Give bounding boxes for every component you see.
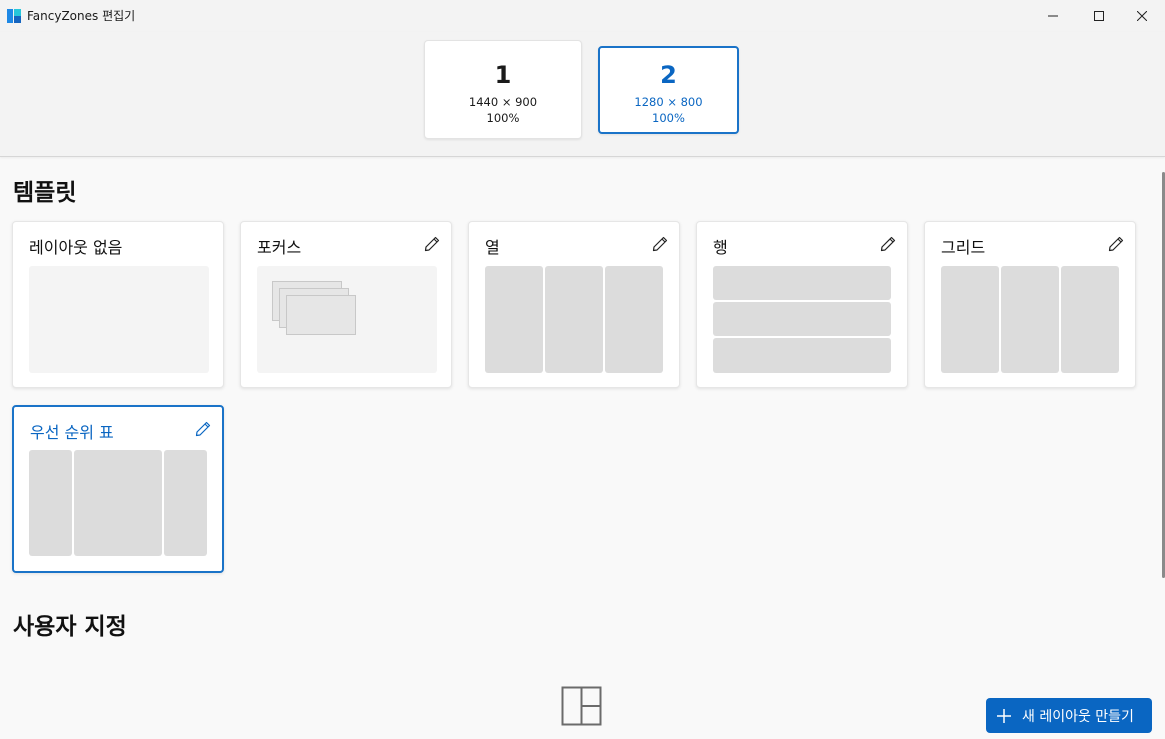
layout-preview-focus — [257, 266, 437, 373]
close-button[interactable] — [1119, 0, 1165, 32]
template-card-priority-grid[interactable]: 우선 순위 표 — [12, 405, 224, 573]
window-title: FancyZones 편집기 — [27, 9, 136, 23]
edit-pencil-icon[interactable] — [194, 420, 212, 438]
template-title: 레이아웃 없음 — [29, 238, 123, 257]
minimize-icon — [1048, 15, 1058, 17]
monitor-2[interactable]: 2 1280 × 800 100% — [598, 46, 739, 134]
monitor-resolution: 1440 × 900 — [468, 95, 538, 109]
minimize-button[interactable] — [1030, 0, 1076, 32]
zone — [1061, 266, 1119, 373]
monitor-resolution: 1280 × 800 — [634, 95, 703, 109]
template-card-rows[interactable]: 행 — [696, 221, 908, 388]
maximize-icon — [1094, 11, 1104, 21]
template-card-grid[interactable]: 그리드 — [924, 221, 1136, 388]
zone — [286, 295, 356, 335]
zone — [605, 266, 663, 373]
layout-preview-priority-grid — [29, 450, 209, 557]
template-title: 우선 순위 표 — [30, 423, 114, 442]
zone — [164, 450, 207, 556]
zone — [713, 302, 891, 336]
edit-pencil-icon[interactable] — [651, 235, 669, 253]
template-title: 행 — [713, 238, 728, 257]
edit-pencil-icon[interactable] — [879, 235, 897, 253]
templates-heading: 템플릿 — [13, 180, 77, 206]
new-layout-button[interactable]: 새 레이아웃 만들기 — [986, 698, 1152, 733]
title-bar: FancyZones 편집기 — [0, 0, 1165, 32]
template-title: 열 — [485, 238, 500, 257]
template-card-columns[interactable]: 열 — [468, 221, 680, 388]
new-layout-label: 새 레이아웃 만들기 — [1022, 708, 1134, 725]
edit-pencil-icon[interactable] — [1107, 235, 1125, 253]
zone — [713, 266, 891, 300]
template-title: 그리드 — [941, 238, 986, 257]
fancyzones-app-icon — [7, 9, 21, 23]
zone — [941, 266, 999, 373]
custom-heading: 사용자 지정 — [13, 614, 127, 640]
template-card-focus[interactable]: 포커스 — [240, 221, 452, 388]
template-card-no-layout[interactable]: 레이아웃 없음 — [12, 221, 224, 388]
monitor-number: 1 — [494, 61, 512, 89]
zone — [74, 450, 162, 556]
zone — [485, 266, 543, 373]
template-title: 포커스 — [257, 238, 302, 257]
maximize-button[interactable] — [1076, 0, 1122, 32]
monitor-scale: 100% — [486, 111, 520, 125]
monitor-strip: 1 1440 × 900 100% 2 1280 × 800 100% — [0, 32, 1165, 157]
layout-preview-rows — [713, 266, 893, 373]
layout-preview-grid — [941, 266, 1121, 373]
layout-placeholder-icon — [561, 686, 602, 726]
zone — [29, 450, 72, 556]
layout-preview-blank — [29, 266, 209, 373]
zone — [713, 338, 891, 373]
monitor-scale: 100% — [652, 111, 685, 125]
close-icon — [1137, 11, 1147, 21]
zone — [1001, 266, 1059, 373]
edit-pencil-icon[interactable] — [423, 235, 441, 253]
monitor-number: 2 — [660, 61, 677, 89]
plus-icon — [997, 708, 1011, 723]
monitor-1[interactable]: 1 1440 × 900 100% — [424, 40, 582, 139]
layout-preview-columns — [485, 266, 665, 373]
zone — [545, 266, 603, 373]
